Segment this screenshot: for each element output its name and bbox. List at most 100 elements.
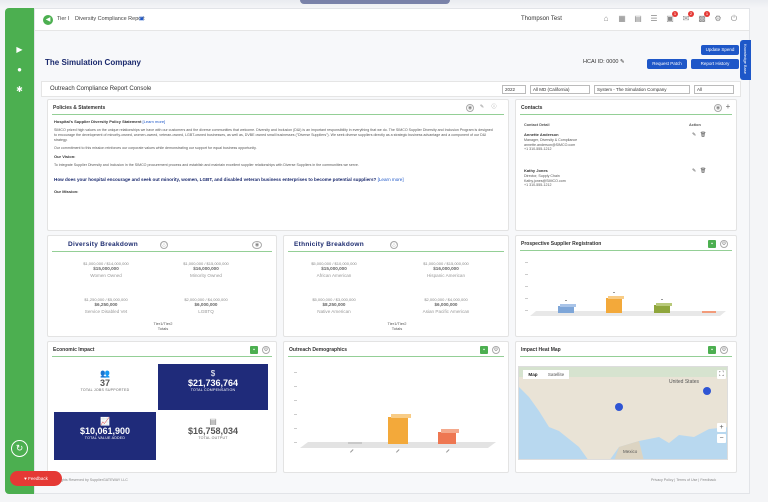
output-tile: ▤ $16,758,034 TOTAL OUTPUT <box>158 412 268 460</box>
year-select[interactable]: 2022 <box>502 85 526 94</box>
edit-hcai-icon[interactable]: ✎ <box>620 59 625 65</box>
sidebar-refresh-icon[interactable]: ↻ <box>11 440 28 457</box>
request-patch-button[interactable]: Request Patch <box>647 59 687 69</box>
diversity-tier-sub: Totals <box>157 326 169 331</box>
settings-icon[interactable]: ⚙ <box>713 14 723 24</box>
zoom-in-button[interactable]: + <box>717 423 726 432</box>
prospective-export-icon[interactable]: ▪ <box>708 240 716 248</box>
sidebar-nav-icon[interactable]: ● <box>13 63 26 76</box>
facility-select[interactable]: All <box>694 85 734 94</box>
power-icon[interactable]: ⏻ <box>729 14 739 24</box>
question-text: How does your hospital encourage and see… <box>54 177 377 182</box>
chart-icon: 📈 <box>100 417 110 426</box>
bar-2-top <box>608 296 624 299</box>
home-nav-icon[interactable]: ⌂ <box>601 14 611 24</box>
app-window: ▶ ● ✱ ↻ ◀ Tier I Diversity Compliance Re… <box>0 0 768 502</box>
y-tick <box>294 372 297 373</box>
feedback-label: Feedback <box>28 476 48 481</box>
y-tick <box>294 386 297 387</box>
outreach-settings-icon[interactable]: ⚙ <box>492 346 500 354</box>
output-label: TOTAL OUTPUT <box>198 436 228 440</box>
jobs-label: TOTAL JOBS SUPPORTED <box>80 388 130 392</box>
inbox-icon[interactable]: ▤ <box>633 14 643 24</box>
sidebar-settings-icon[interactable]: ✱ <box>13 83 26 96</box>
economic-export-icon[interactable]: ▪ <box>250 346 258 354</box>
fullscreen-icon[interactable]: ⛶ <box>717 370 726 379</box>
policy-heading-text: Hospital's Supplier Diversity Policy Sta… <box>54 119 142 124</box>
mission-label: Our Mission: <box>54 189 79 194</box>
ethnicity-breakdown-card: Ethnicity Breakdown ⓘ $5,000,000 / $10,0… <box>283 235 509 337</box>
breadcrumb-report[interactable]: Diversity Compliance Report <box>75 16 145 22</box>
vision-label: Our Vision: <box>54 154 76 159</box>
edit-contact-icon[interactable]: ✎ <box>692 133 696 138</box>
heat-point-east[interactable] <box>703 387 711 395</box>
delete-contact-icon[interactable]: 🗑 <box>700 169 706 174</box>
contacts-view-icon[interactable]: ◉ <box>714 104 722 112</box>
heat-point-west[interactable] <box>615 403 623 411</box>
prospective-y-ticks <box>525 262 528 311</box>
diversity-view-icon[interactable]: ◉ <box>252 241 262 249</box>
hispanic-american-label: Hispanic American <box>426 273 466 278</box>
heatmap-settings-icon[interactable]: ⚙ <box>720 346 728 354</box>
vision-text: To integrate Supplier Diversity and Incl… <box>54 163 359 167</box>
output-icon: ▤ <box>209 417 217 426</box>
compensation-value: $21,736,764 <box>187 378 239 388</box>
ethnicity-info-icon[interactable]: ⓘ <box>390 241 398 249</box>
x-axis-labels <box>350 449 450 453</box>
footer-links[interactable]: Privacy Policy | Terms of Use | Feedback <box>651 478 716 482</box>
console-header: Outreach Compliance Report Console 2022 … <box>41 81 741 97</box>
prospective-supplier-card: Prospective Supplier Registration ▪ ⚙ <box>515 235 737 337</box>
report-history-button[interactable]: Report History <box>691 59 739 69</box>
economic-settings-icon[interactable]: ⚙ <box>262 346 270 354</box>
service-disabled-vet-total: $6,250,000 <box>94 302 118 307</box>
user-name[interactable]: Thompson Test <box>521 16 562 22</box>
heatmap-export-icon[interactable]: ▪ <box>708 346 716 354</box>
region-select[interactable]: All MD (California) <box>530 85 590 94</box>
prospective-settings-icon[interactable]: ⚙ <box>720 240 728 248</box>
x-label <box>396 449 400 453</box>
list-icon[interactable]: ☰ <box>649 14 659 24</box>
y-tick <box>525 310 528 311</box>
bar-2-top <box>391 414 411 418</box>
grid-icon[interactable]: ▦ <box>617 14 627 24</box>
add-contact-icon[interactable]: + <box>724 103 732 112</box>
map-tab[interactable]: Map <box>523 370 543 379</box>
compensation-tile: $ $21,736,764 TOTAL COMPENSATION <box>158 364 268 410</box>
question-learn-more-link[interactable]: [Learn more] <box>378 177 404 182</box>
value-added-tile: 📈 $10,061,900 TOTAL VALUE ADDED <box>54 412 156 460</box>
system-select[interactable]: System - The Simulation Company <box>594 85 690 94</box>
update-spend-button[interactable]: Update Spend <box>701 45 739 55</box>
messages-icon[interactable]: ✉ 2 <box>681 11 694 24</box>
compensation-label: TOTAL COMPENSATION <box>190 388 236 392</box>
satellite-tab[interactable]: Satellite <box>543 370 569 379</box>
learn-more-link[interactable]: [Learn more] <box>143 119 166 124</box>
bar-3 <box>654 305 670 313</box>
impact-map[interactable]: Map Satellite United States Mexico ⛶ + − <box>518 366 728 460</box>
outreach-demographics-card: Outreach Demographics ▪ ⚙ <box>283 341 509 473</box>
home-icon[interactable]: ◀ <box>43 15 53 25</box>
bar-4-top <box>441 429 459 433</box>
delete-contact-icon[interactable]: 🗑 <box>700 133 706 138</box>
breadcrumb-tier[interactable]: Tier I <box>57 16 69 22</box>
outreach-export-icon[interactable]: ▪ <box>480 346 488 354</box>
alerts-icon[interactable]: ▩ 1 <box>697 11 710 24</box>
feedback-button[interactable]: ♥ Feedback <box>10 471 62 486</box>
top-bar: ◀ Tier I Diversity Compliance Report ▣ T… <box>35 9 749 31</box>
knowledge-base-tab[interactable]: Knowledge Base <box>740 40 751 80</box>
zoom-out-button[interactable]: − <box>717 434 726 443</box>
info-icon[interactable]: ⓘ <box>490 104 498 112</box>
outreach-y-ticks <box>294 372 297 443</box>
diversity-info-icon[interactable]: ⓘ <box>160 241 168 249</box>
native-american-label: Native American <box>317 309 351 314</box>
tasks-icon[interactable]: ▣ 1 <box>665 11 678 24</box>
edit-icon[interactable]: ✎ <box>478 104 486 112</box>
bar-label <box>565 300 567 301</box>
edit-contact-icon[interactable]: ✎ <box>692 169 696 174</box>
minority-owned-label: Minority Owned <box>190 273 222 278</box>
view-icon[interactable]: ◉ <box>466 104 474 112</box>
policy-paragraph-1: SIMCO prized high values on the unique r… <box>54 128 493 142</box>
hispanic-american-total: $16,000,000 <box>433 266 459 271</box>
african-american-label: African American <box>316 273 352 278</box>
report-doc-icon[interactable]: ▣ <box>139 16 144 22</box>
sidebar-expand-icon[interactable]: ▶ <box>13 43 26 56</box>
